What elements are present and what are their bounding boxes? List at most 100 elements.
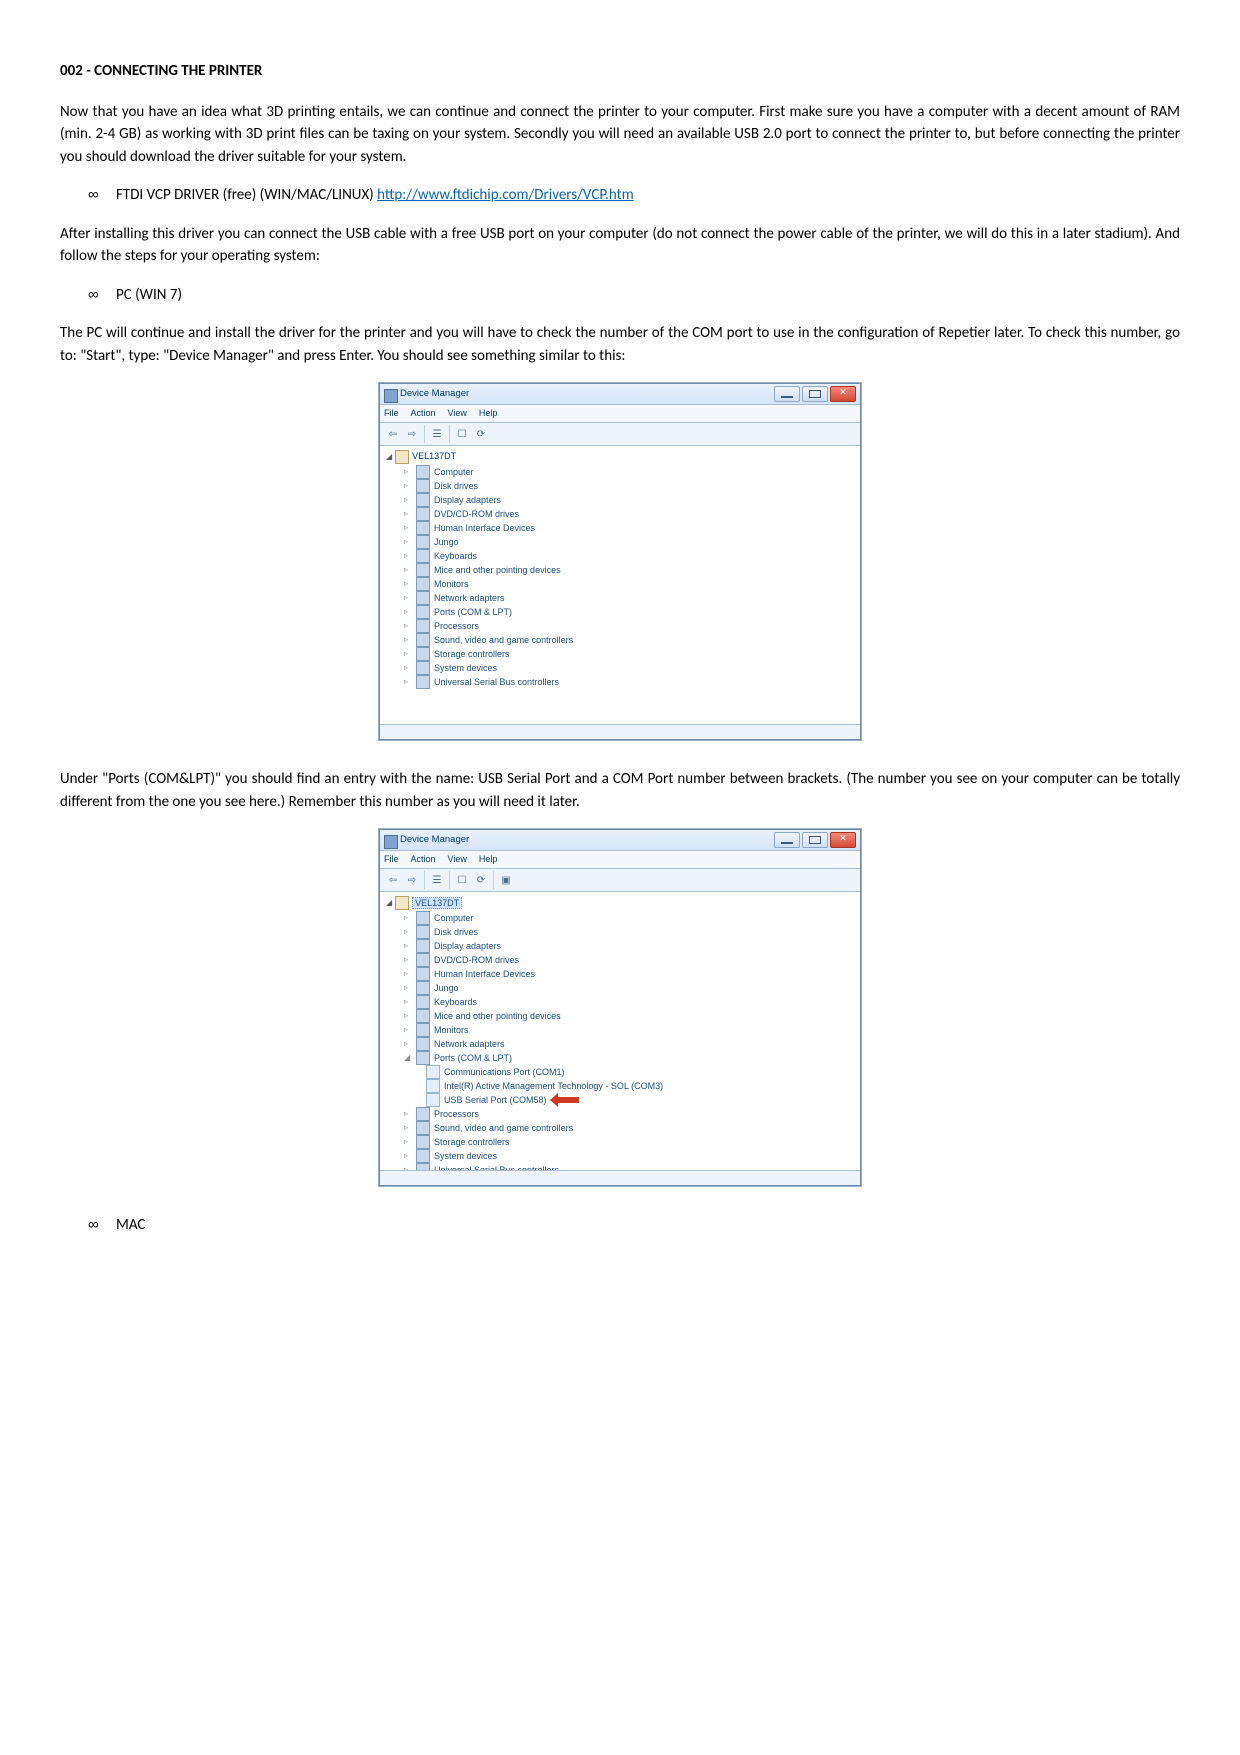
close-button[interactable] — [830, 832, 856, 848]
device-icon — [416, 465, 430, 479]
tree-subitem[interactable]: USB Serial Port (COM58) — [426, 1093, 854, 1107]
tree-item[interactable]: ▹Monitors — [404, 577, 854, 591]
tree-item[interactable]: ▹Keyboards — [404, 549, 854, 563]
tree-item[interactable]: ▹Processors — [404, 1107, 854, 1121]
caret-right-icon: ▹ — [404, 605, 412, 619]
page-title: 002 - CONNECTING THE PRINTER — [60, 60, 1180, 83]
tree-item-label: Disk drives — [434, 479, 478, 493]
caret-right-icon: ▹ — [404, 479, 412, 493]
bullet-mac: ∞ MAC — [88, 1214, 1180, 1237]
maximize-button[interactable] — [802, 386, 828, 402]
tree-item[interactable]: ▹Storage controllers — [404, 1135, 854, 1149]
back-icon[interactable]: ⇦ — [384, 425, 402, 443]
maximize-button[interactable] — [802, 832, 828, 848]
menu-view[interactable]: View — [448, 407, 467, 421]
minimize-button[interactable] — [774, 386, 800, 402]
menu-file[interactable]: File — [384, 407, 399, 421]
tree-item[interactable]: ▹Sound, video and game controllers — [404, 633, 854, 647]
menu-help[interactable]: Help — [479, 853, 498, 867]
tree-item-label: DVD/CD-ROM drives — [434, 507, 519, 521]
tree-item[interactable]: ▹ Computer — [404, 465, 854, 479]
tree-item-label: Display adapters — [434, 493, 501, 507]
tree-item[interactable]: ▹Human Interface Devices — [404, 967, 854, 981]
scan-icon[interactable]: ⟳ — [472, 871, 490, 889]
tree-item[interactable]: ▹Jungo — [404, 535, 854, 549]
menubar: File Action View Help — [380, 405, 860, 423]
properties-icon[interactable]: ☐ — [453, 425, 471, 443]
devices-icon[interactable]: ▣ — [497, 871, 515, 889]
tree-item[interactable]: ▹Disk drives — [404, 925, 854, 939]
tree-item[interactable]: ▹System devices — [404, 1149, 854, 1163]
caret-right-icon: ▹ — [404, 1149, 412, 1163]
bullet-symbol: ∞ — [88, 184, 116, 207]
tree-item[interactable]: ▹Display adapters — [404, 939, 854, 953]
scan-icon[interactable]: ⟳ — [472, 425, 490, 443]
tree-item[interactable]: ▹ Disk drives — [404, 479, 854, 493]
menu-file[interactable]: File — [384, 853, 399, 867]
tree-item[interactable]: ▹DVD/CD-ROM drives — [404, 507, 854, 521]
tree-item[interactable]: ▹Sound, video and game controllers — [404, 1121, 854, 1135]
tree-item[interactable]: ▹Keyboards — [404, 995, 854, 1009]
forward-icon[interactable]: ⇨ — [403, 871, 421, 889]
device-icon — [416, 619, 430, 633]
bullet-ftdi: ∞ FTDI VCP DRIVER (free) (WIN/MAC/LINUX)… — [88, 184, 1180, 207]
caret-down-icon: ◢ — [404, 1051, 412, 1065]
bullet-text: PC (WIN 7) — [116, 284, 182, 307]
caret-right-icon: ▹ — [404, 911, 412, 925]
menu-action[interactable]: Action — [411, 853, 436, 867]
device-icon — [416, 995, 430, 1009]
tree-item[interactable]: ▹Network adapters — [404, 591, 854, 605]
tree-item[interactable]: ▹Processors — [404, 619, 854, 633]
menu-help[interactable]: Help — [479, 407, 498, 421]
minimize-button[interactable] — [774, 832, 800, 848]
menu-action[interactable]: Action — [411, 407, 436, 421]
tree-item[interactable]: ▹DVD/CD-ROM drives — [404, 953, 854, 967]
device-icon — [416, 605, 430, 619]
tree-item[interactable]: ▹Network adapters — [404, 1037, 854, 1051]
tree-item[interactable]: ▹Storage controllers — [404, 647, 854, 661]
tree-item[interactable]: ▹Monitors — [404, 1023, 854, 1037]
tree-item-label: Human Interface Devices — [434, 967, 535, 981]
tree-item-label: Keyboards — [434, 549, 477, 563]
paragraph-4: Under "Ports (COM&LPT)" you should find … — [60, 768, 1180, 813]
separator — [424, 871, 425, 889]
caret-right-icon: ▹ — [404, 1009, 412, 1023]
properties-icon[interactable]: ☐ — [453, 871, 471, 889]
tree-item-label: Mice and other pointing devices — [434, 1009, 561, 1023]
tree-item[interactable]: ▹System devices — [404, 661, 854, 675]
tree-item[interactable]: ▹Human Interface Devices — [404, 521, 854, 535]
menu-view[interactable]: View — [448, 853, 467, 867]
device-icon — [416, 1149, 430, 1163]
back-icon[interactable]: ⇦ — [384, 871, 402, 889]
caret-right-icon: ▹ — [404, 465, 412, 479]
tree-item[interactable]: ▹ Mice and other pointing devices — [404, 1009, 854, 1023]
tree-item[interactable]: ▹Ports (COM & LPT) — [404, 605, 854, 619]
paragraph-2: After installing this driver you can con… — [60, 223, 1180, 268]
tree-item[interactable]: ▹Universal Serial Bus controllers — [404, 1163, 854, 1170]
close-button[interactable] — [830, 386, 856, 402]
tree-item[interactable]: ▹Jungo — [404, 981, 854, 995]
tree-subitem[interactable]: Communications Port (COM1) — [426, 1065, 854, 1079]
device-icon — [416, 953, 430, 967]
highlight-arrow-icon — [557, 1097, 579, 1103]
ftdi-link[interactable]: http://www.ftdichip.com/Drivers/VCP.htm — [377, 186, 634, 204]
device-manager-window-1: Device Manager File Action View Help ⇦ ⇨… — [379, 383, 861, 740]
menubar: File Action View Help — [380, 851, 860, 869]
tree-item[interactable]: ▹Mice and other pointing devices — [404, 563, 854, 577]
tree-item[interactable]: ▹Universal Serial Bus controllers — [404, 675, 854, 689]
tree-item[interactable]: ◢Ports (COM & LPT) — [404, 1051, 854, 1065]
tree-item-label: Disk drives — [434, 925, 478, 939]
device-icon — [416, 911, 430, 925]
caret-right-icon: ▹ — [404, 563, 412, 577]
device-icon — [416, 661, 430, 675]
tree-root[interactable]: ◢ VEL137DT — [386, 450, 854, 464]
forward-icon[interactable]: ⇨ — [403, 425, 421, 443]
tree-item[interactable]: ▹Computer — [404, 911, 854, 925]
tree-icon[interactable]: ☰ — [428, 425, 446, 443]
device-icon — [416, 493, 430, 507]
tree-icon[interactable]: ☰ — [428, 871, 446, 889]
tree-root[interactable]: ◢ VEL137DT — [386, 896, 854, 910]
tree-item-label: Computer — [434, 465, 474, 479]
tree-item[interactable]: ▹Display adapters — [404, 493, 854, 507]
tree-subitem[interactable]: Intel(R) Active Management Technology - … — [426, 1079, 854, 1093]
